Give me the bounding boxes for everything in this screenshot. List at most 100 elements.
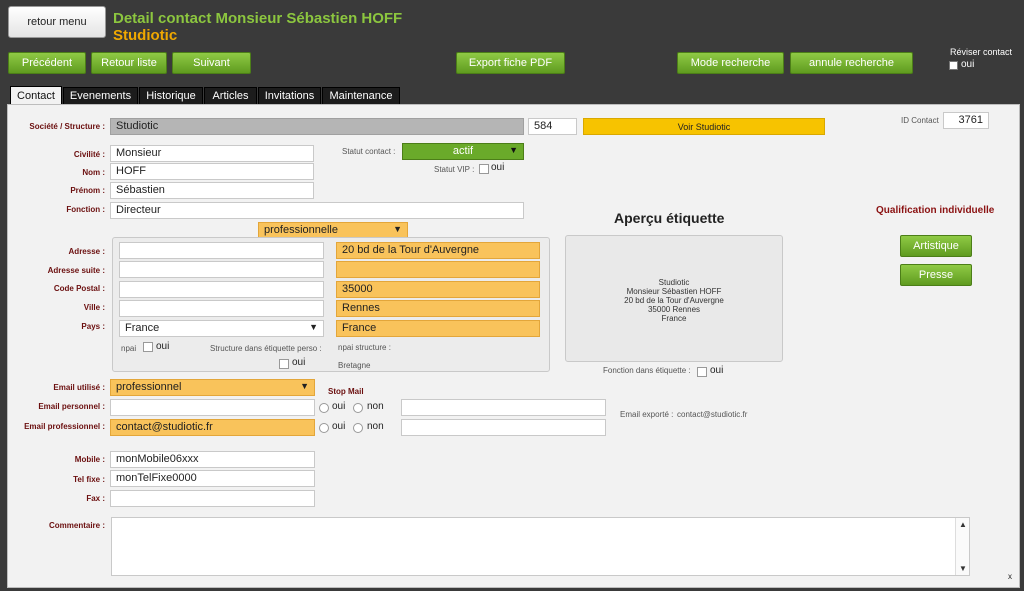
npai-structure-label: npai structure : (338, 343, 391, 352)
prenom-field[interactable]: Sébastien (110, 182, 314, 199)
mobile-field[interactable]: monMobile06xxx (110, 451, 315, 468)
structure-etiquette-checkbox[interactable] (279, 359, 289, 369)
stop-mail-personnel-field[interactable] (401, 399, 606, 416)
fax-label: Fax : (86, 494, 105, 503)
structure-etiquette-label: Structure dans étiquette perso : (210, 344, 322, 353)
chevron-down-icon: ▼ (393, 224, 402, 234)
preview-line: 35000 Rennes (647, 305, 701, 314)
stop-mail-pro-field[interactable] (401, 419, 606, 436)
tab-evenements[interactable]: Evenements (63, 87, 138, 104)
suivant-button[interactable]: Suivant (172, 52, 251, 74)
statut-vip-label: Statut VIP : (434, 165, 475, 174)
statut-contact-value: actif (452, 145, 474, 157)
email-utilise-label: Email utilisé : (53, 383, 105, 392)
email-professionnel-field[interactable]: contact@studiotic.fr (110, 419, 315, 436)
id-contact-field[interactable]: 3761 (943, 112, 989, 129)
page-title: Detail contact Monsieur Sébastien HOFF (113, 10, 403, 27)
fonction-etiquette-checkbox[interactable] (697, 367, 707, 377)
reviser-contact-checkbox[interactable] (949, 61, 958, 70)
tab-maintenance[interactable]: Maintenance (322, 87, 400, 104)
stop-mail-personnel-oui-radio[interactable] (319, 403, 329, 413)
societe-id-field[interactable]: 584 (528, 118, 577, 135)
reviser-contact-label: Réviser contact (950, 47, 1013, 57)
scroll-down-icon[interactable]: ▼ (959, 564, 967, 573)
nom-label: Nom : (82, 168, 105, 177)
voir-studiotic-button[interactable]: Voir Studiotic (583, 118, 825, 135)
perso-adresse-suite-field[interactable] (119, 261, 324, 278)
reviser-oui-label: oui (961, 59, 975, 70)
civilite-field[interactable]: Monsieur (110, 145, 314, 162)
code-postal-label: Code Postal : (53, 284, 105, 293)
email-utilise-value: professionnel (116, 381, 182, 393)
fonction-field[interactable]: Directeur (110, 202, 524, 219)
commentaire-scrollbar[interactable]: ▲ ▼ (955, 518, 969, 575)
tel-fixe-label: Tel fixe : (73, 475, 105, 484)
commentaire-textarea[interactable]: ▲ ▼ (111, 517, 970, 576)
close-icon[interactable]: x (1008, 572, 1012, 581)
export-pdf-button[interactable]: Export fiche PDF (456, 52, 565, 74)
perso-adresse-field[interactable] (119, 242, 324, 259)
email-professionnel-label: Email professionnel : (24, 422, 105, 431)
mobile-label: Mobile : (74, 455, 105, 464)
struct-pays-field[interactable]: France (336, 320, 540, 337)
fonction-etiquette-label: Fonction dans étiquette : (603, 366, 691, 375)
artistique-button[interactable]: Artistique (900, 235, 972, 257)
tab-invitations[interactable]: Invitations (258, 87, 321, 104)
statut-contact-label: Statut contact : (342, 147, 396, 156)
region-label: Bretagne (338, 361, 371, 370)
preview-title: Aperçu étiquette (614, 210, 725, 226)
struct-adresse-field[interactable]: 20 bd de la Tour d'Auvergne (336, 242, 540, 259)
tel-fixe-field[interactable]: monTelFixe0000 (110, 470, 315, 487)
struct-ville-field[interactable]: Rennes (336, 300, 540, 317)
stop-mail-personnel-non-radio[interactable] (353, 403, 363, 413)
perso-code-postal-field[interactable] (119, 281, 324, 298)
struct-code-postal-field[interactable]: 35000 (336, 281, 540, 298)
stop-mail-pro-oui-radio[interactable] (319, 423, 329, 433)
civilite-label: Civilité : (73, 150, 105, 159)
tab-articles[interactable]: Articles (204, 87, 257, 104)
id-contact-label: ID Contact (901, 116, 939, 125)
societe-label: Société / Structure : (29, 122, 105, 131)
adresse-suite-label: Adresse suite : (47, 266, 105, 275)
fax-field[interactable] (110, 490, 315, 507)
stop-mail-personnel-oui: oui (332, 401, 346, 412)
adresse-label: Adresse : (68, 247, 105, 256)
mode-recherche-button[interactable]: Mode recherche (677, 52, 784, 74)
email-exporte-value: contact@studiotic.fr (677, 410, 748, 419)
npai-checkbox[interactable] (143, 342, 153, 352)
npai-label: npai (121, 344, 137, 353)
statut-vip-oui: oui (491, 162, 505, 173)
preview-line: Studiotic (658, 278, 690, 287)
retour-menu-button[interactable]: retour menu (8, 6, 106, 38)
struct-adresse-suite-field[interactable] (336, 261, 540, 278)
tab-contact[interactable]: Contact (10, 86, 62, 105)
stop-mail-personnel-non: non (367, 401, 384, 412)
preview-line: Monsieur Sébastien HOFF (626, 287, 722, 296)
header-bar: retour menu Detail contact Monsieur Séba… (0, 0, 1024, 86)
email-exporte-label: Email exporté : (620, 410, 674, 419)
scroll-up-icon[interactable]: ▲ (959, 520, 967, 529)
email-personnel-field[interactable] (110, 399, 315, 416)
statut-contact-select[interactable]: actif ▼ (402, 143, 524, 160)
ville-label: Ville : (83, 303, 105, 312)
preview-line: France (661, 314, 687, 323)
stop-mail-pro-non-radio[interactable] (353, 423, 363, 433)
annule-recherche-button[interactable]: annule recherche (790, 52, 913, 74)
pays-label: Pays : (81, 322, 105, 331)
presse-button[interactable]: Presse (900, 264, 972, 286)
chevron-down-icon: ▼ (509, 145, 518, 155)
perso-pays-value: France (125, 322, 160, 334)
tab-historique[interactable]: Historique (139, 87, 203, 104)
nom-field[interactable]: HOFF (110, 163, 314, 180)
email-utilise-select[interactable]: professionnel ▼ (110, 379, 315, 396)
email-personnel-label: Email personnel : (38, 402, 105, 411)
statut-vip-checkbox[interactable] (479, 164, 489, 174)
retour-liste-button[interactable]: Retour liste (91, 52, 167, 74)
qualification-title: Qualification individuelle (876, 205, 995, 216)
stop-mail-pro-oui: oui (332, 421, 346, 432)
precedent-button[interactable]: Précédent (8, 52, 86, 74)
perso-ville-field[interactable] (119, 300, 324, 317)
societe-field[interactable]: Studiotic (110, 118, 524, 135)
perso-pays-select[interactable]: France ▼ (119, 320, 324, 337)
preview-line: 20 bd de la Tour d'Auvergne (624, 296, 724, 305)
